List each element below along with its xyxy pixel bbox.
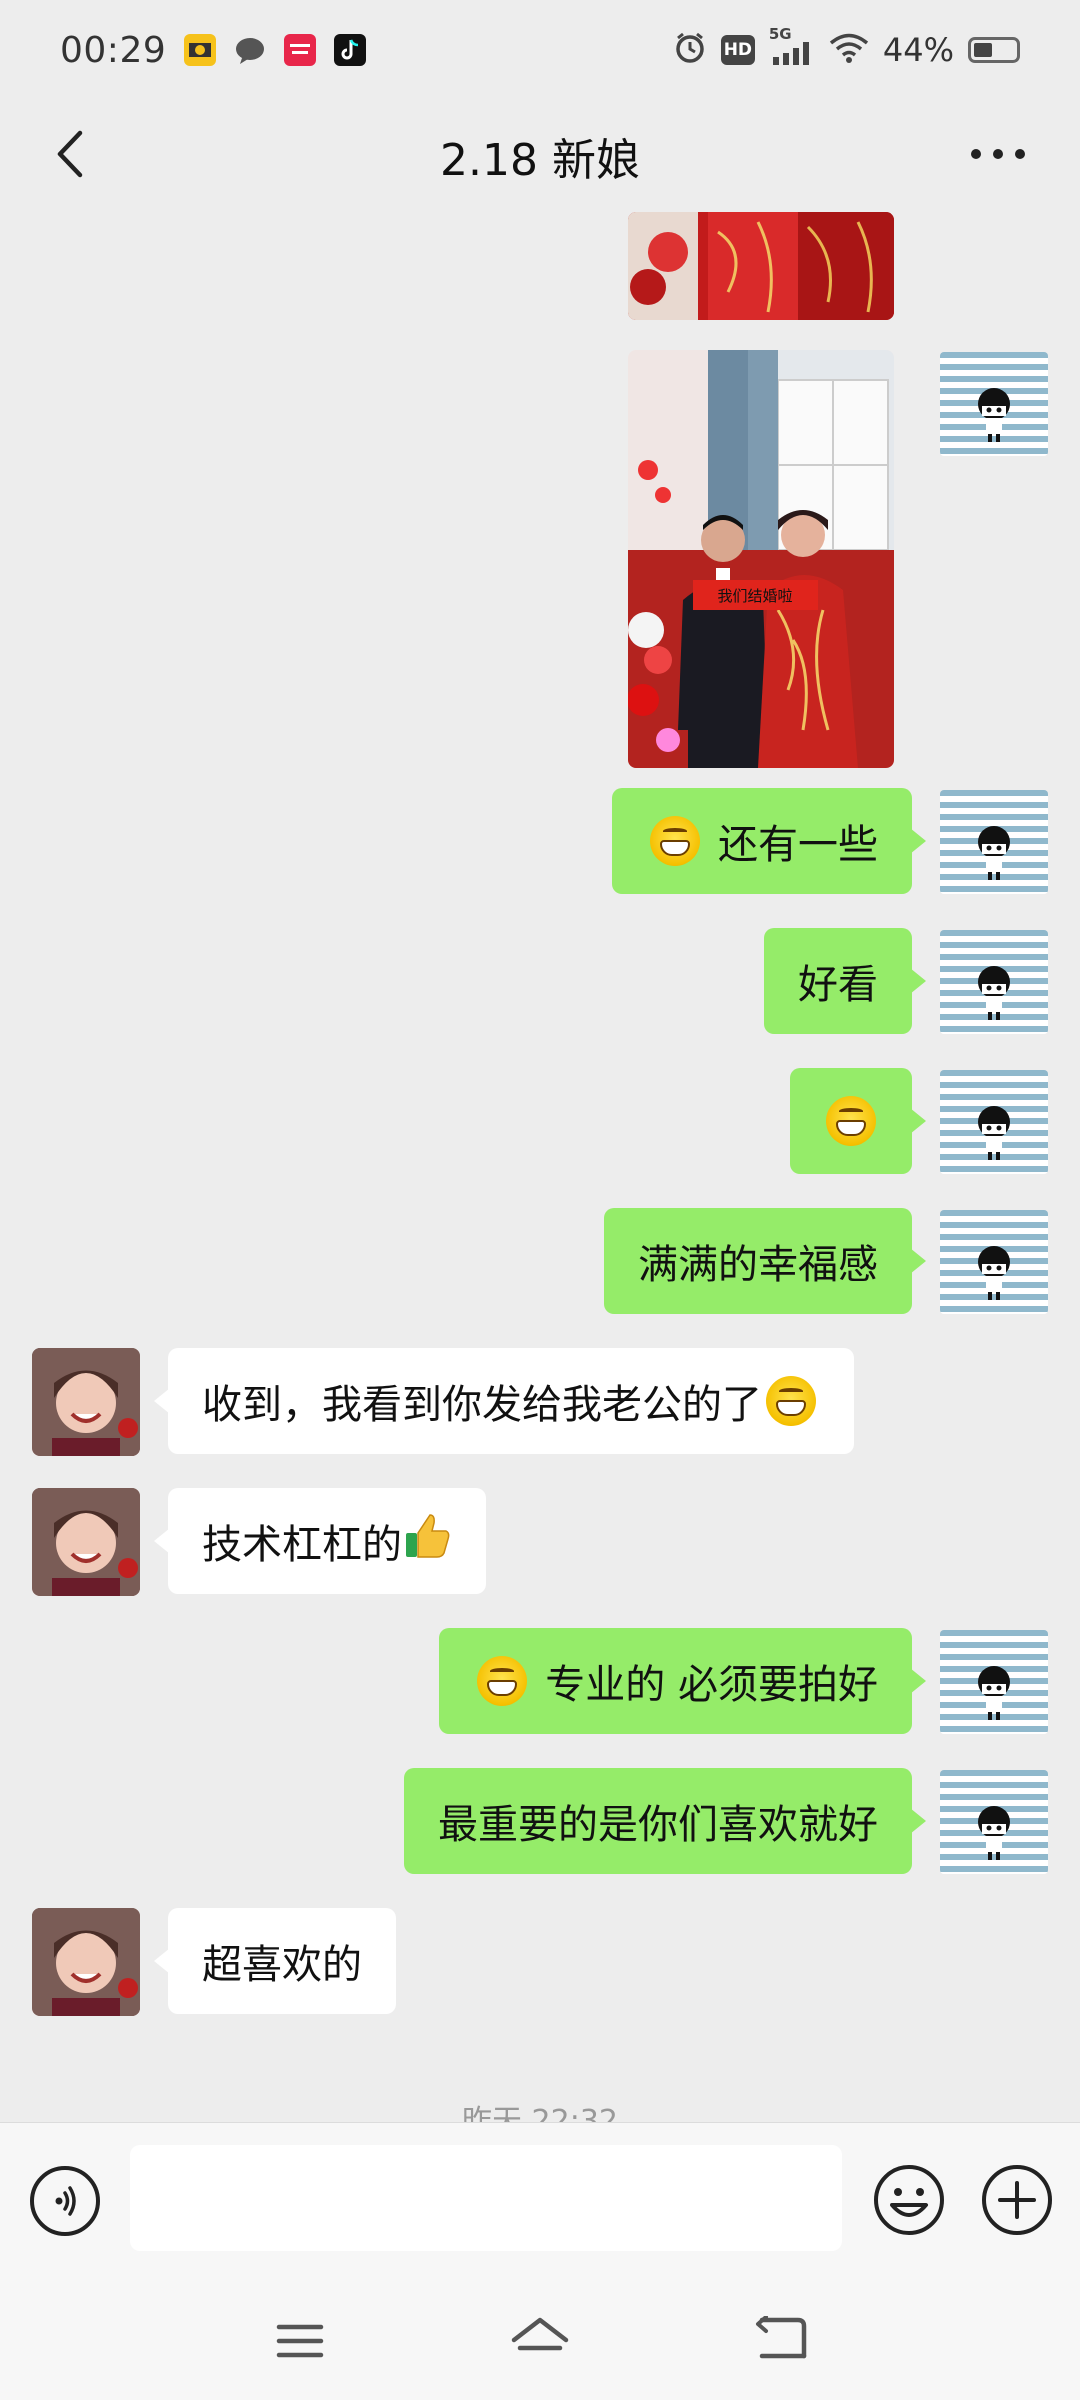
contact-message-bubble[interactable]: 超喜欢的 — [154, 1908, 396, 2014]
status-bar-left: 00:29 — [60, 29, 367, 71]
my-message-bubble[interactable]: 专业的 必须要拍好 — [439, 1628, 926, 1734]
app-notification-icon — [184, 34, 217, 66]
tiktok-icon — [334, 34, 367, 66]
my-avatar[interactable] — [940, 1070, 1048, 1174]
cartoon-avatar-icon — [978, 966, 1010, 1020]
cartoon-avatar-icon — [978, 1106, 1010, 1160]
message-timestamp: 昨天 22:32 — [462, 2104, 618, 2122]
contact-message-bubble[interactable]: 收到，我看到你发给我老公的了 — [154, 1348, 854, 1454]
contact-avatar[interactable] — [32, 1488, 140, 1596]
emoji-icon — [874, 2165, 944, 2235]
message-text: 还有一些 — [718, 822, 878, 868]
wedding-photo-image — [628, 212, 894, 320]
alarm-icon — [673, 31, 707, 69]
network-type: 5G — [768, 25, 792, 43]
message-text: 收到，我看到你发给我老公的了 — [202, 1382, 762, 1428]
photo-message[interactable] — [628, 212, 894, 320]
more-functions-button[interactable] — [980, 2163, 1054, 2237]
my-message-bubble[interactable] — [790, 1068, 926, 1174]
girl-photo-avatar — [32, 1348, 140, 1456]
grin-emoji — [477, 1656, 528, 1706]
more-button[interactable] — [956, 122, 1040, 186]
cartoon-avatar-icon — [978, 388, 1010, 442]
photo-sign-text: 我们结婚啦 — [717, 587, 792, 605]
chat-input-bar — [0, 2122, 1080, 2283]
my-avatar[interactable] — [940, 930, 1048, 1034]
my-avatar[interactable] — [940, 1770, 1048, 1874]
contact-message-bubble[interactable]: 技术杠杠的 — [154, 1488, 486, 1594]
back-nav-icon — [756, 2316, 807, 2359]
message-notification-icon — [234, 34, 266, 66]
my-message-bubble[interactable]: 好看 — [764, 928, 926, 1034]
message-text: 超喜欢的 — [202, 1942, 362, 1988]
my-message-bubble[interactable]: 最重要的是你们喜欢就好 — [404, 1768, 926, 1874]
hd-icon: HD — [720, 35, 755, 65]
back-button[interactable] — [40, 122, 104, 186]
menu-icon — [276, 2324, 324, 2358]
back-nav-button[interactable] — [745, 2312, 815, 2370]
my-avatar[interactable] — [940, 790, 1048, 894]
my-avatar[interactable] — [940, 1630, 1048, 1734]
home-button[interactable] — [505, 2312, 575, 2370]
thumbs-up-emoji — [402, 1511, 452, 1571]
message-text: 专业的 必须要拍好 — [545, 1662, 878, 1708]
grin-emoji — [826, 1096, 876, 1146]
plus-icon — [982, 2165, 1052, 2235]
my-message-bubble[interactable]: 还有一些 — [612, 788, 926, 894]
message-input[interactable] — [130, 2145, 842, 2251]
signal-icon: 5G — [769, 25, 815, 67]
wedding-photo-image: 我们结婚啦 — [628, 350, 894, 768]
status-bar-right: HD 5G 44% — [673, 25, 1020, 69]
cartoon-avatar-icon — [978, 826, 1010, 880]
grin-emoji — [650, 816, 700, 866]
my-avatar[interactable] — [940, 1210, 1048, 1314]
battery-icon — [968, 37, 1020, 63]
girl-photo-avatar — [32, 1908, 140, 2016]
recent-apps-button[interactable] — [265, 2312, 335, 2370]
cartoon-avatar-icon — [978, 1666, 1010, 1720]
shopping-app-icon — [284, 34, 317, 66]
message-text: 好看 — [798, 962, 878, 1008]
battery-percent: 44% — [882, 31, 954, 69]
grin-emoji — [766, 1376, 816, 1426]
voice-input-button[interactable] — [30, 2166, 100, 2236]
girl-photo-avatar — [32, 1488, 140, 1596]
chat-header: 2.18 新娘 — [0, 100, 1080, 212]
message-text: 技术杠杠的 — [202, 1522, 402, 1568]
message-list[interactable]: 我们结婚啦 还有一些 好看 满满的幸福感 收到，我看到你发给我老公的了 技术杠杠… — [0, 212, 1080, 2122]
contact-avatar[interactable] — [32, 1348, 140, 1456]
my-avatar[interactable] — [940, 352, 1048, 456]
chat-title: 2.18 新娘 — [440, 135, 640, 186]
emoji-button[interactable] — [872, 2163, 946, 2237]
contact-avatar[interactable] — [32, 1908, 140, 2016]
more-icon — [971, 149, 1025, 159]
message-text: 满满的幸福感 — [638, 1242, 878, 1288]
my-message-bubble[interactable]: 满满的幸福感 — [604, 1208, 926, 1314]
wifi-icon — [829, 32, 869, 68]
message-text: 最重要的是你们喜欢就好 — [438, 1802, 878, 1848]
system-nav-bar — [0, 2282, 1080, 2400]
home-icon — [511, 2317, 569, 2351]
photo-message[interactable]: 我们结婚啦 — [628, 350, 894, 768]
status-bar: 00:29 HD 5G 44% — [0, 0, 1080, 100]
back-arrow-icon — [57, 130, 83, 178]
cartoon-avatar-icon — [978, 1806, 1010, 1860]
cartoon-avatar-icon — [978, 1246, 1010, 1300]
status-time: 00:29 — [60, 29, 167, 71]
voice-icon — [55, 2186, 76, 2216]
